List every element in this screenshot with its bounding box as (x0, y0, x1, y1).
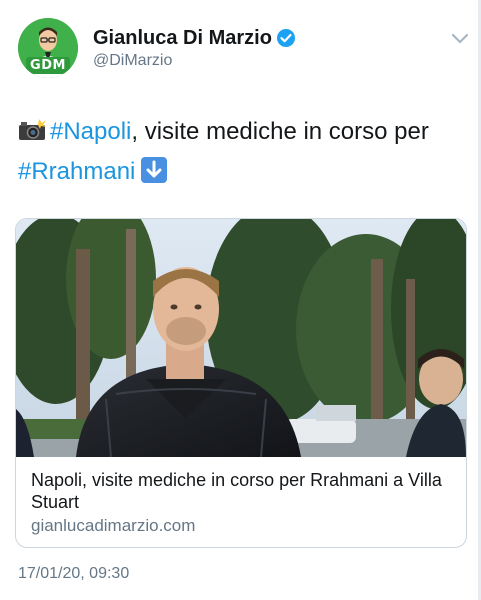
camera-flash-icon (19, 119, 46, 140)
hashtag-rrahmani[interactable]: #Rrahmani (18, 158, 135, 185)
card-image[interactable] (16, 219, 466, 457)
hashtag-napoli[interactable]: #Napoli (50, 118, 131, 145)
tweet-text-body: , visite mediche in corso per (131, 118, 429, 145)
card-title[interactable]: Napoli, visite mediche in corso per Rrah… (31, 469, 456, 513)
down-arrow-icon (141, 157, 168, 183)
chevron-down-icon[interactable] (451, 31, 469, 45)
avatar[interactable]: GDM (18, 18, 78, 78)
tweet: GDM Gianluca Di Marzio @DiMarzio #Napoli… (0, 0, 481, 600)
author-handle[interactable]: @DiMarzio (93, 52, 172, 70)
author-display-name[interactable]: Gianluca Di Marzio (93, 27, 272, 50)
card-photo (16, 219, 466, 457)
tweet-timestamp[interactable]: 17/01/20, 09:30 (18, 565, 129, 583)
avatar-badge: GDM (26, 57, 70, 74)
card-domain[interactable]: gianlucadimarzio.com (31, 516, 195, 536)
verified-badge-icon (277, 29, 295, 47)
link-card[interactable]: Napoli, visite mediche in corso per Rrah… (15, 218, 467, 548)
tweet-text: #Napoli, visite mediche in corso per #Rr… (18, 112, 468, 192)
